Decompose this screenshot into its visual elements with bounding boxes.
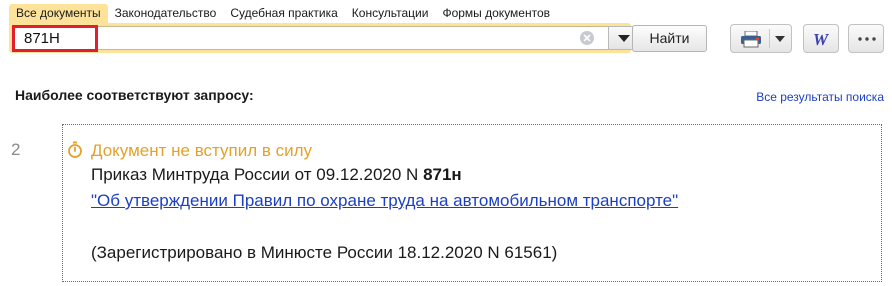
print-button-group[interactable]	[730, 24, 792, 53]
tab-consultations[interactable]: Консультации	[345, 4, 436, 23]
document-status: Документ не вступил в силу	[91, 141, 313, 160]
results-heading: Наиболее соответствуют запросу:	[15, 87, 254, 103]
tab-court-practice[interactable]: Судебная практика	[223, 4, 344, 23]
stopwatch-icon	[68, 141, 82, 158]
tab-document-forms[interactable]: Формы документов	[435, 4, 557, 23]
document-number: 871н	[423, 165, 462, 184]
search-bar	[9, 23, 639, 53]
tab-legislation[interactable]: Законодательство	[108, 4, 224, 23]
document-link[interactable]: "Об утверждении Правил по охране труда н…	[91, 189, 731, 213]
document-registration: (Зарегистрировано в Минюсте России 18.12…	[91, 243, 558, 262]
search-input[interactable]	[14, 27, 574, 49]
document-title: Приказ Минтруда России от 09.12.2020 N 8…	[91, 165, 462, 185]
find-button[interactable]: Найти	[632, 25, 707, 52]
chevron-down-icon	[618, 35, 630, 42]
all-results-link[interactable]: Все результаты поиска	[756, 90, 884, 104]
document-title-prefix: Приказ Минтруда России от 09.12.2020 N	[91, 165, 424, 184]
more-options-button[interactable]	[848, 24, 884, 53]
export-to-word-button[interactable]: W	[803, 24, 839, 53]
search-field	[13, 26, 609, 50]
tab-all-documents[interactable]: Все документы	[9, 4, 108, 23]
printer-icon	[741, 31, 761, 48]
clear-icon[interactable]	[580, 31, 594, 45]
svg-text:W: W	[813, 30, 830, 48]
result-number: 2	[11, 140, 21, 159]
word-icon: W	[813, 30, 830, 48]
result-card: Документ не вступил в силу Приказ Минтру…	[62, 124, 882, 282]
document-type-tabs: Все документы Законодательство Судебная …	[9, 4, 557, 23]
more-dots-icon	[858, 37, 876, 41]
chevron-down-icon	[775, 36, 785, 42]
